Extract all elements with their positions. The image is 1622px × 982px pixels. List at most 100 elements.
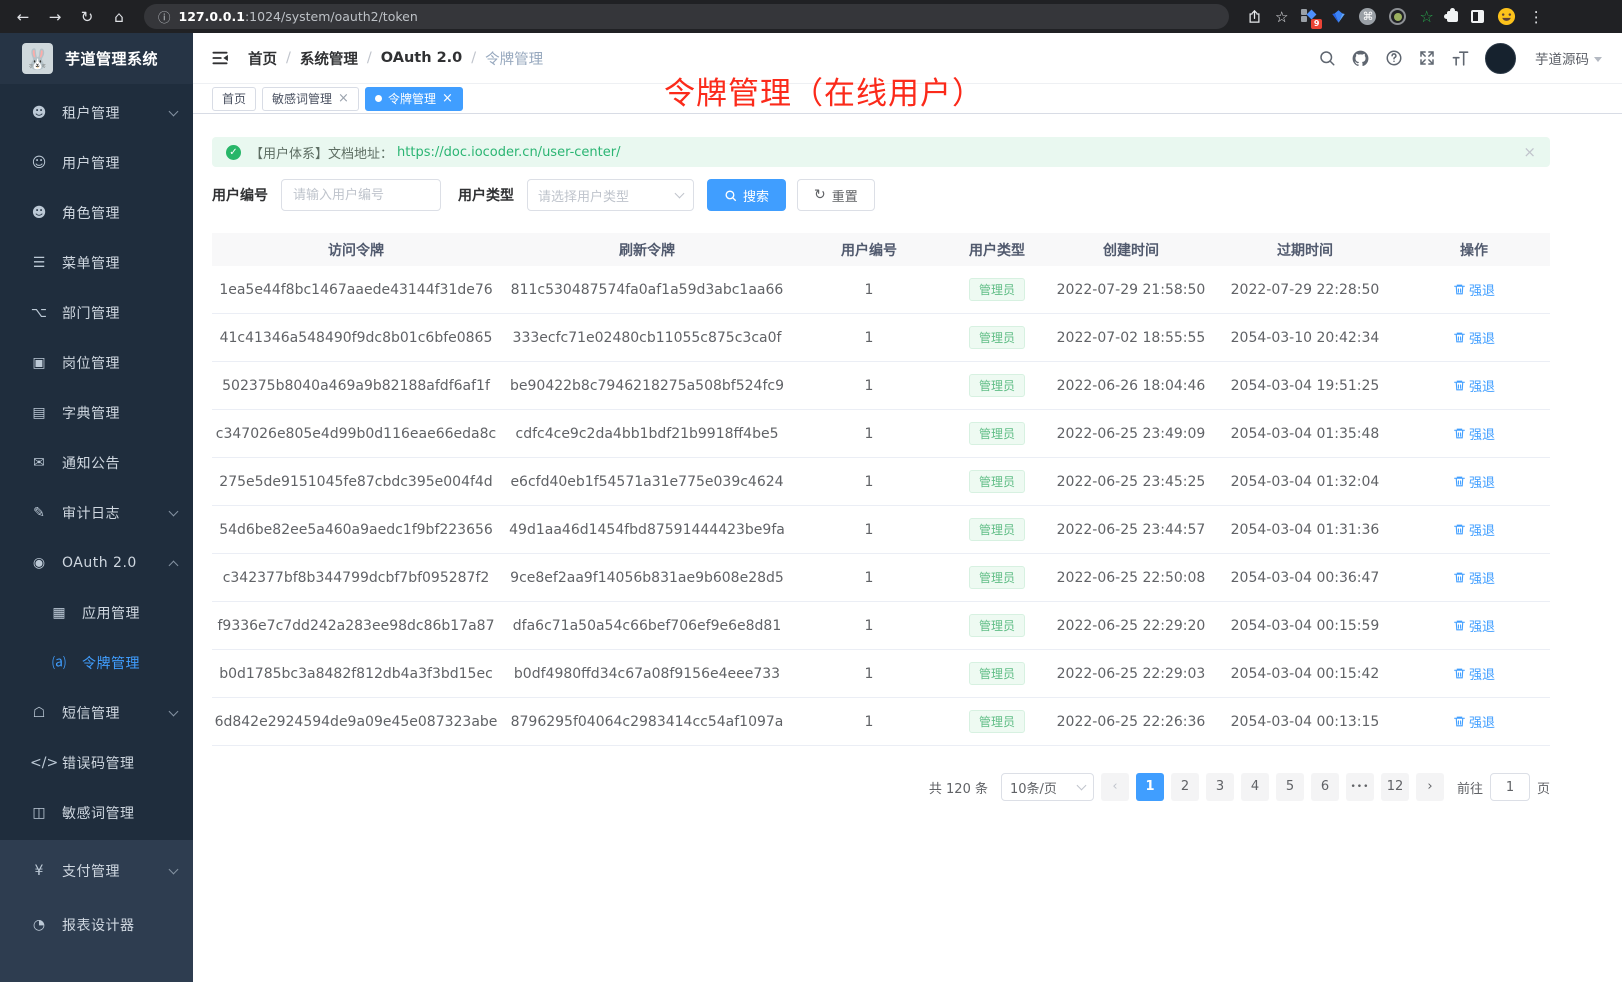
prev-page-button[interactable]: ‹	[1101, 773, 1129, 801]
user-type-cell: 管理员	[944, 422, 1050, 445]
reset-button[interactable]: ↻ 重置	[797, 179, 875, 211]
page-number-button[interactable]: 12	[1381, 773, 1409, 801]
sidebar-item-dept-management[interactable]: ⌥部门管理	[0, 288, 193, 338]
sidebar-item-notice-management[interactable]: ✉通知公告	[0, 438, 193, 488]
browser-home-icon[interactable]: ⌂	[106, 8, 132, 26]
github-icon[interactable]	[1351, 49, 1370, 68]
bookmark-star-icon[interactable]: ☆	[1275, 8, 1288, 26]
force-logout-button[interactable]: 强退	[1453, 520, 1495, 539]
app-logo-row[interactable]: 🐰 芋道管理系统	[0, 33, 193, 84]
sidebar-item-pay-management[interactable]: ¥支付管理	[0, 844, 193, 898]
sidebar-item-oauth2[interactable]: ◉OAuth 2.0	[0, 538, 193, 588]
force-logout-button[interactable]: 强退	[1453, 424, 1495, 443]
user-type-badge: 管理员	[969, 326, 1025, 349]
sidebar-item-report-designer[interactable]: ◔报表设计器	[0, 898, 193, 952]
sidebar-item-user-management[interactable]: ☺用户管理	[0, 138, 193, 188]
alert-close-icon[interactable]: ×	[1523, 143, 1536, 161]
force-logout-button[interactable]: 强退	[1453, 472, 1495, 491]
page-number-button[interactable]: 3	[1206, 773, 1234, 801]
sidebar-item-sensitive-word-management[interactable]: ◫敏感词管理	[0, 788, 193, 838]
table-header-row: 访问令牌刷新令牌用户编号用户类型创建时间过期时间操作	[212, 233, 1550, 266]
access-token-cell: 41c41346a548490f9dc8b01c6bfe0865	[212, 330, 500, 346]
user-id-input[interactable]	[281, 179, 441, 211]
sidebar-item-menu-management[interactable]: ☰菜单管理	[0, 238, 193, 288]
total-count: 共 120 条	[929, 778, 988, 797]
force-logout-button[interactable]: 强退	[1453, 280, 1495, 299]
breadcrumb-item[interactable]: 首页	[248, 48, 277, 69]
force-logout-button[interactable]: 强退	[1453, 616, 1495, 635]
user-type-cell: 管理员	[944, 518, 1050, 541]
sidebar-item-oauth2-token-management[interactable]: ⒜令牌管理	[0, 638, 193, 688]
doc-alert: ✓ 【用户体系】文档地址： https://doc.iocoder.cn/use…	[212, 137, 1550, 167]
next-page-button[interactable]: ›	[1416, 773, 1444, 801]
sidebar-item-error-code-management[interactable]: </>错误码管理	[0, 738, 193, 788]
column-header: 过期时间	[1212, 240, 1398, 260]
browser-chrome: ← → ↻ ⌂ ⓘ 127.0.0.1:1024/system/oauth2/t…	[0, 0, 1622, 33]
page-number-button[interactable]: 5	[1276, 773, 1304, 801]
recorder-extension-icon[interactable]	[1389, 8, 1406, 25]
tab-首页[interactable]: 首页	[212, 87, 256, 111]
browser-back-icon[interactable]: ←	[10, 8, 36, 26]
sidebar-item-dict-management[interactable]: ▤字典管理	[0, 388, 193, 438]
jump-page-input[interactable]	[1490, 773, 1530, 801]
page-number-button[interactable]: 6	[1311, 773, 1339, 801]
chevron-down-icon	[1077, 781, 1087, 791]
browser-reload-icon[interactable]: ↻	[74, 8, 100, 26]
sidebar-item-tenant-management[interactable]: ☻租户管理	[0, 88, 193, 138]
search-icon[interactable]	[1318, 49, 1336, 67]
user-avatar[interactable]	[1485, 43, 1516, 74]
force-logout-button[interactable]: 强退	[1453, 568, 1495, 587]
tab-令牌管理[interactable]: 令牌管理×	[365, 87, 463, 111]
address-bar[interactable]: ⓘ 127.0.0.1:1024/system/oauth2/token	[144, 4, 1229, 29]
font-size-icon[interactable]	[1451, 49, 1470, 68]
breadcrumb-item[interactable]: 令牌管理	[485, 48, 543, 69]
page-number-button[interactable]: 1	[1136, 773, 1164, 801]
force-logout-button[interactable]: 强退	[1453, 664, 1495, 683]
user-menu[interactable]: 芋道源码	[1531, 48, 1602, 68]
user-type-select[interactable]: 请选择用户类型	[527, 179, 694, 211]
tab-敏感词管理[interactable]: 敏感词管理×	[262, 87, 359, 111]
user-type-cell: 管理员	[944, 374, 1050, 397]
trash-icon	[1453, 571, 1466, 584]
table-row: 1ea5e44f8bc1467aaede43144f31de76811c5304…	[212, 266, 1550, 314]
breadcrumb-item[interactable]: OAuth 2.0	[381, 50, 462, 66]
site-info-icon[interactable]: ⓘ	[158, 7, 171, 26]
sidebar-item-role-management[interactable]: ☻角色管理	[0, 188, 193, 238]
sidebar-item-post-management[interactable]: ▣岗位管理	[0, 338, 193, 388]
force-logout-button[interactable]: 强退	[1453, 376, 1495, 395]
tab-close-icon[interactable]: ×	[442, 92, 453, 105]
help-icon[interactable]	[1385, 49, 1403, 67]
gem-extension-icon[interactable]	[1331, 9, 1346, 24]
fullscreen-icon[interactable]	[1418, 49, 1436, 67]
sidebar-item-oauth2-app-management[interactable]: ▦应用管理	[0, 588, 193, 638]
puzzle-extensions-icon[interactable]	[1447, 11, 1458, 22]
browser-menu-dots-icon[interactable]: ⋮	[1529, 8, 1544, 26]
page-size-select[interactable]: 10条/页	[1001, 773, 1094, 801]
page-number-button[interactable]: 2	[1171, 773, 1199, 801]
breadcrumb-item[interactable]: 系统管理	[300, 48, 358, 69]
share-icon[interactable]	[1247, 9, 1262, 24]
sidebar-item-audit-log[interactable]: ✎审计日志	[0, 488, 193, 538]
command-extension-icon[interactable]: ⌘	[1359, 8, 1376, 25]
profile-emoji-avatar[interactable]	[1497, 7, 1516, 26]
collapse-sidebar-icon[interactable]	[210, 48, 230, 68]
sidebar-item-label: 部门管理	[62, 303, 177, 323]
force-logout-label: 强退	[1469, 568, 1495, 587]
force-logout-button[interactable]: 强退	[1453, 712, 1495, 731]
access-token-cell: c342377bf8b344799dcbf7bf095287f2	[212, 570, 500, 586]
force-logout-button[interactable]: 强退	[1453, 328, 1495, 347]
extension-icon[interactable]: 9	[1301, 9, 1318, 24]
search-button[interactable]: 搜索	[707, 179, 786, 211]
star-extension-icon[interactable]: ☆	[1419, 7, 1433, 26]
tab-close-icon[interactable]: ×	[338, 92, 349, 105]
browser-forward-icon[interactable]: →	[42, 8, 68, 26]
page-number-button[interactable]: 4	[1241, 773, 1269, 801]
page-ellipsis[interactable]: •••	[1346, 773, 1374, 801]
created-time-cell: 2022-06-25 22:26:36	[1050, 714, 1212, 730]
split-view-icon[interactable]	[1471, 10, 1484, 23]
user-id-cell: 1	[794, 714, 944, 730]
sidebar-item-label: 租户管理	[62, 103, 170, 123]
doc-link[interactable]: https://doc.iocoder.cn/user-center/	[397, 145, 620, 160]
sidebar-item-sms-management[interactable]: ☖短信管理	[0, 688, 193, 738]
user-id-cell: 1	[794, 522, 944, 538]
